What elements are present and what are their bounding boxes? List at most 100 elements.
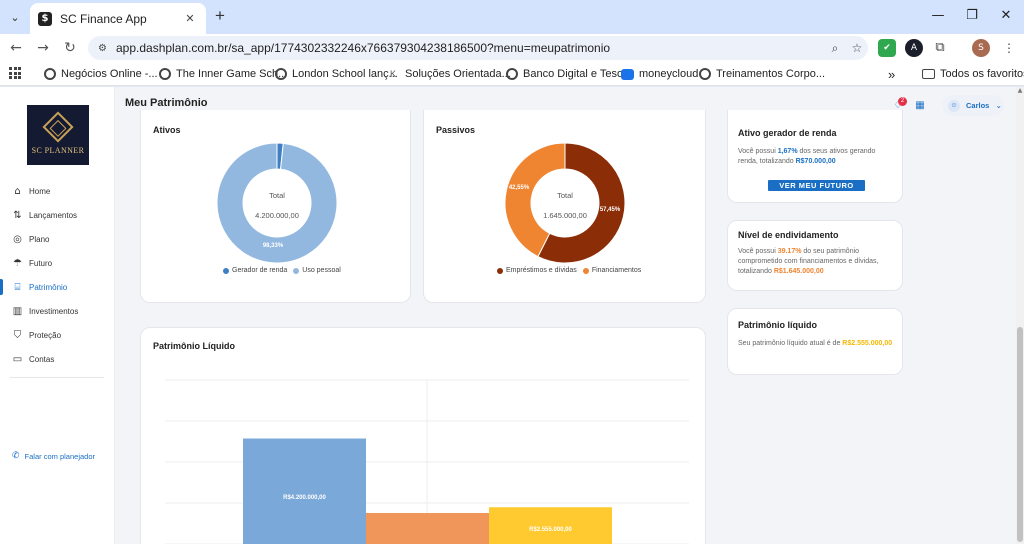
ver-meu-futuro-button[interactable]: VER MEU FUTURO (768, 180, 865, 191)
tab-close-icon[interactable]: ✕ (182, 12, 198, 25)
sidebar-divider (10, 377, 104, 378)
user-menu[interactable]: ☺ Carlos ⌄ (942, 95, 1004, 116)
scroll-thumb[interactable] (1017, 327, 1023, 542)
address-bar[interactable]: ⚙ app.dashplan.com.br/sa_app/17743023322… (88, 36, 868, 60)
back-icon[interactable]: ← (6, 38, 26, 58)
user-name: Carlos (966, 101, 990, 110)
chat-with-planner-link[interactable]: ✆ Falar com planejador (12, 451, 95, 461)
legend-dot (497, 267, 503, 274)
calendar-icon[interactable]: ▦ (914, 100, 926, 112)
passivos-title: Passivos (436, 125, 476, 135)
endividamento-description: Você possui 39.17% do seu patrimônio com… (738, 248, 879, 275)
bookmark-item[interactable]: Treinamentos Corpo... (699, 66, 825, 82)
legend-dot (293, 267, 300, 274)
liquido-description: Seu patrimônio líquido atual é de R$2.55… (738, 340, 893, 347)
page-title: Meu Patrimônio (125, 97, 208, 109)
bookmarks-bar: Negócios Online -... The Inner Game Sch.… (0, 62, 1024, 86)
tab-search-icon[interactable]: ⌄ (5, 7, 25, 27)
bookmark-item[interactable]: Negócios Online -... (44, 66, 158, 82)
passivos-pct-label-2: 42,55% (508, 185, 530, 191)
apps-grid-icon[interactable] (9, 67, 21, 79)
sidebar-item-home[interactable]: ⌂ Home (0, 181, 114, 201)
close-window-icon[interactable]: ✕ (991, 6, 1021, 26)
patrimonio-liquido-card: Patrimônio Líquido R$4.200.000,00 R$2.555… (140, 327, 706, 544)
passivos-card: Passivos Total 1.645.000,00 57,45% 42,55… (423, 110, 706, 303)
sidebar-item-protecao[interactable]: ⛉ Proteção (0, 325, 114, 345)
zoom-icon[interactable]: ⌕ (824, 41, 846, 56)
forward-icon[interactable]: → (33, 38, 53, 58)
passivos-legend: Empréstimos e dívidas Financiamentos (497, 267, 641, 274)
legend-dot (582, 267, 589, 274)
passivos-total-label: Total (557, 191, 573, 200)
bank-icon: ⌸ (14, 281, 21, 293)
endividamento-card: Nível de endividamento Você possui 39.17… (727, 220, 903, 291)
notification-badge: 2 (898, 97, 907, 106)
renda-description: Você possui 1,67% dos seus ativos gerand… (738, 148, 876, 165)
globe-icon (275, 68, 287, 80)
whatsapp-icon: ✆ (12, 451, 20, 461)
sidebar-item-investimentos[interactable]: ▥ Investimentos (0, 301, 114, 321)
bar-value-label: R$2.555.000,00 (529, 527, 572, 533)
user-avatar-icon: ☺ (948, 99, 960, 112)
minimize-icon[interactable]: — (923, 6, 953, 26)
page-scrollbar[interactable]: ▲ (1016, 87, 1024, 544)
sidebar: SC PLANNER ⌂ Home ⇅ Lançamentos ◎ Plano ☂ Fu… (0, 87, 115, 544)
extension-green-icon[interactable]: ✔ (878, 39, 896, 57)
browser-menu-icon[interactable]: ⋮ (1000, 39, 1018, 57)
bar-2[interactable] (489, 507, 612, 544)
renda-card: Ativo gerador de renda Você possui 1,67%… (727, 110, 903, 203)
browser-tab[interactable]: $ SC Finance App ✕ (30, 3, 206, 34)
browser-toolbar: ← → ↻ ⚙ app.dashplan.com.br/sa_app/17743… (0, 34, 1024, 62)
home-icon: ⌂ (14, 185, 21, 197)
ativos-total-label: Total (269, 191, 285, 200)
globe-icon (506, 68, 518, 80)
profile-avatar[interactable]: S (972, 39, 990, 57)
extension-a-icon[interactable]: A (905, 39, 923, 57)
legend-dot (223, 267, 229, 274)
folder-icon (922, 69, 935, 79)
bookmark-star-icon[interactable]: ☆ (846, 41, 868, 55)
ativos-total-value: 4.200.000,00 (255, 211, 299, 220)
bookmark-item[interactable]: moneycloud (621, 66, 698, 82)
bookmark-item[interactable]: The Inner Game Sch... (159, 66, 287, 82)
bar-chart: R$4.200.000,00 R$2.555.000,00 (165, 379, 689, 544)
renda-title: Ativo gerador de renda (738, 128, 837, 138)
favicon-icon: $ (38, 11, 52, 26)
app-viewport: SC PLANNER ⌂ Home ⇅ Lançamentos ◎ Plano ☂ Fu… (0, 87, 1024, 544)
new-tab-icon[interactable]: + (210, 7, 230, 27)
restore-icon[interactable]: ❐ (957, 6, 987, 26)
endividamento-title: Nível de endividamento (738, 230, 839, 240)
liquido-title: Patrimônio líquido (738, 320, 817, 330)
logo-diamond-icon (42, 110, 74, 143)
reload-icon[interactable]: ↻ (60, 38, 80, 58)
all-bookmarks-folder[interactable]: Todos os favoritos (922, 66, 1024, 82)
k-logo-icon: K (390, 69, 397, 79)
sidebar-item-contas[interactable]: ▭ Contas (0, 349, 114, 369)
bar-0[interactable] (243, 438, 366, 544)
bar-value-label: R$4.200.000,00 (283, 495, 326, 501)
bookmarks-overflow-icon[interactable]: » (888, 66, 895, 82)
passivos-donut-chart (504, 142, 626, 264)
ativos-card: Ativos Total 4.200.000,00 98,33% Gerador… (140, 110, 411, 303)
bookmark-item[interactable]: Banco Digital e Teso... (506, 66, 632, 82)
globe-icon (44, 68, 56, 80)
sidebar-item-lancamentos[interactable]: ⇅ Lançamentos (0, 205, 114, 225)
bookmark-item[interactable]: London School lanç... (275, 66, 398, 82)
cloud-icon (621, 68, 634, 80)
target-icon: ◎ (13, 233, 22, 245)
sc-planner-logo[interactable]: SC PLANNER (27, 105, 89, 165)
scroll-up-icon[interactable]: ▲ (1016, 87, 1024, 95)
sidebar-item-plano[interactable]: ◎ Plano (0, 229, 114, 249)
extensions-puzzle-icon[interactable]: ⧉ (931, 39, 949, 57)
ativos-title: Ativos (153, 125, 181, 135)
sidebar-item-futuro[interactable]: ☂ Futuro (0, 253, 114, 273)
chevron-down-icon: ⌄ (995, 101, 1003, 110)
site-info-icon[interactable]: ⚙ (98, 43, 116, 54)
globe-icon (699, 68, 711, 80)
ativos-pct-label: 98,33% (262, 243, 284, 249)
sidebar-item-patrimonio[interactable]: ⌸ Patrimônio (0, 277, 114, 297)
url-text[interactable]: app.dashplan.com.br/sa_app/1774302332246… (116, 41, 824, 55)
bookmark-item[interactable]: K Soluções Orientada... (390, 66, 511, 82)
browser-tab-strip: ⌄ $ SC Finance App ✕ + — ❐ ✕ (0, 0, 1024, 34)
bar-1[interactable] (366, 513, 489, 544)
